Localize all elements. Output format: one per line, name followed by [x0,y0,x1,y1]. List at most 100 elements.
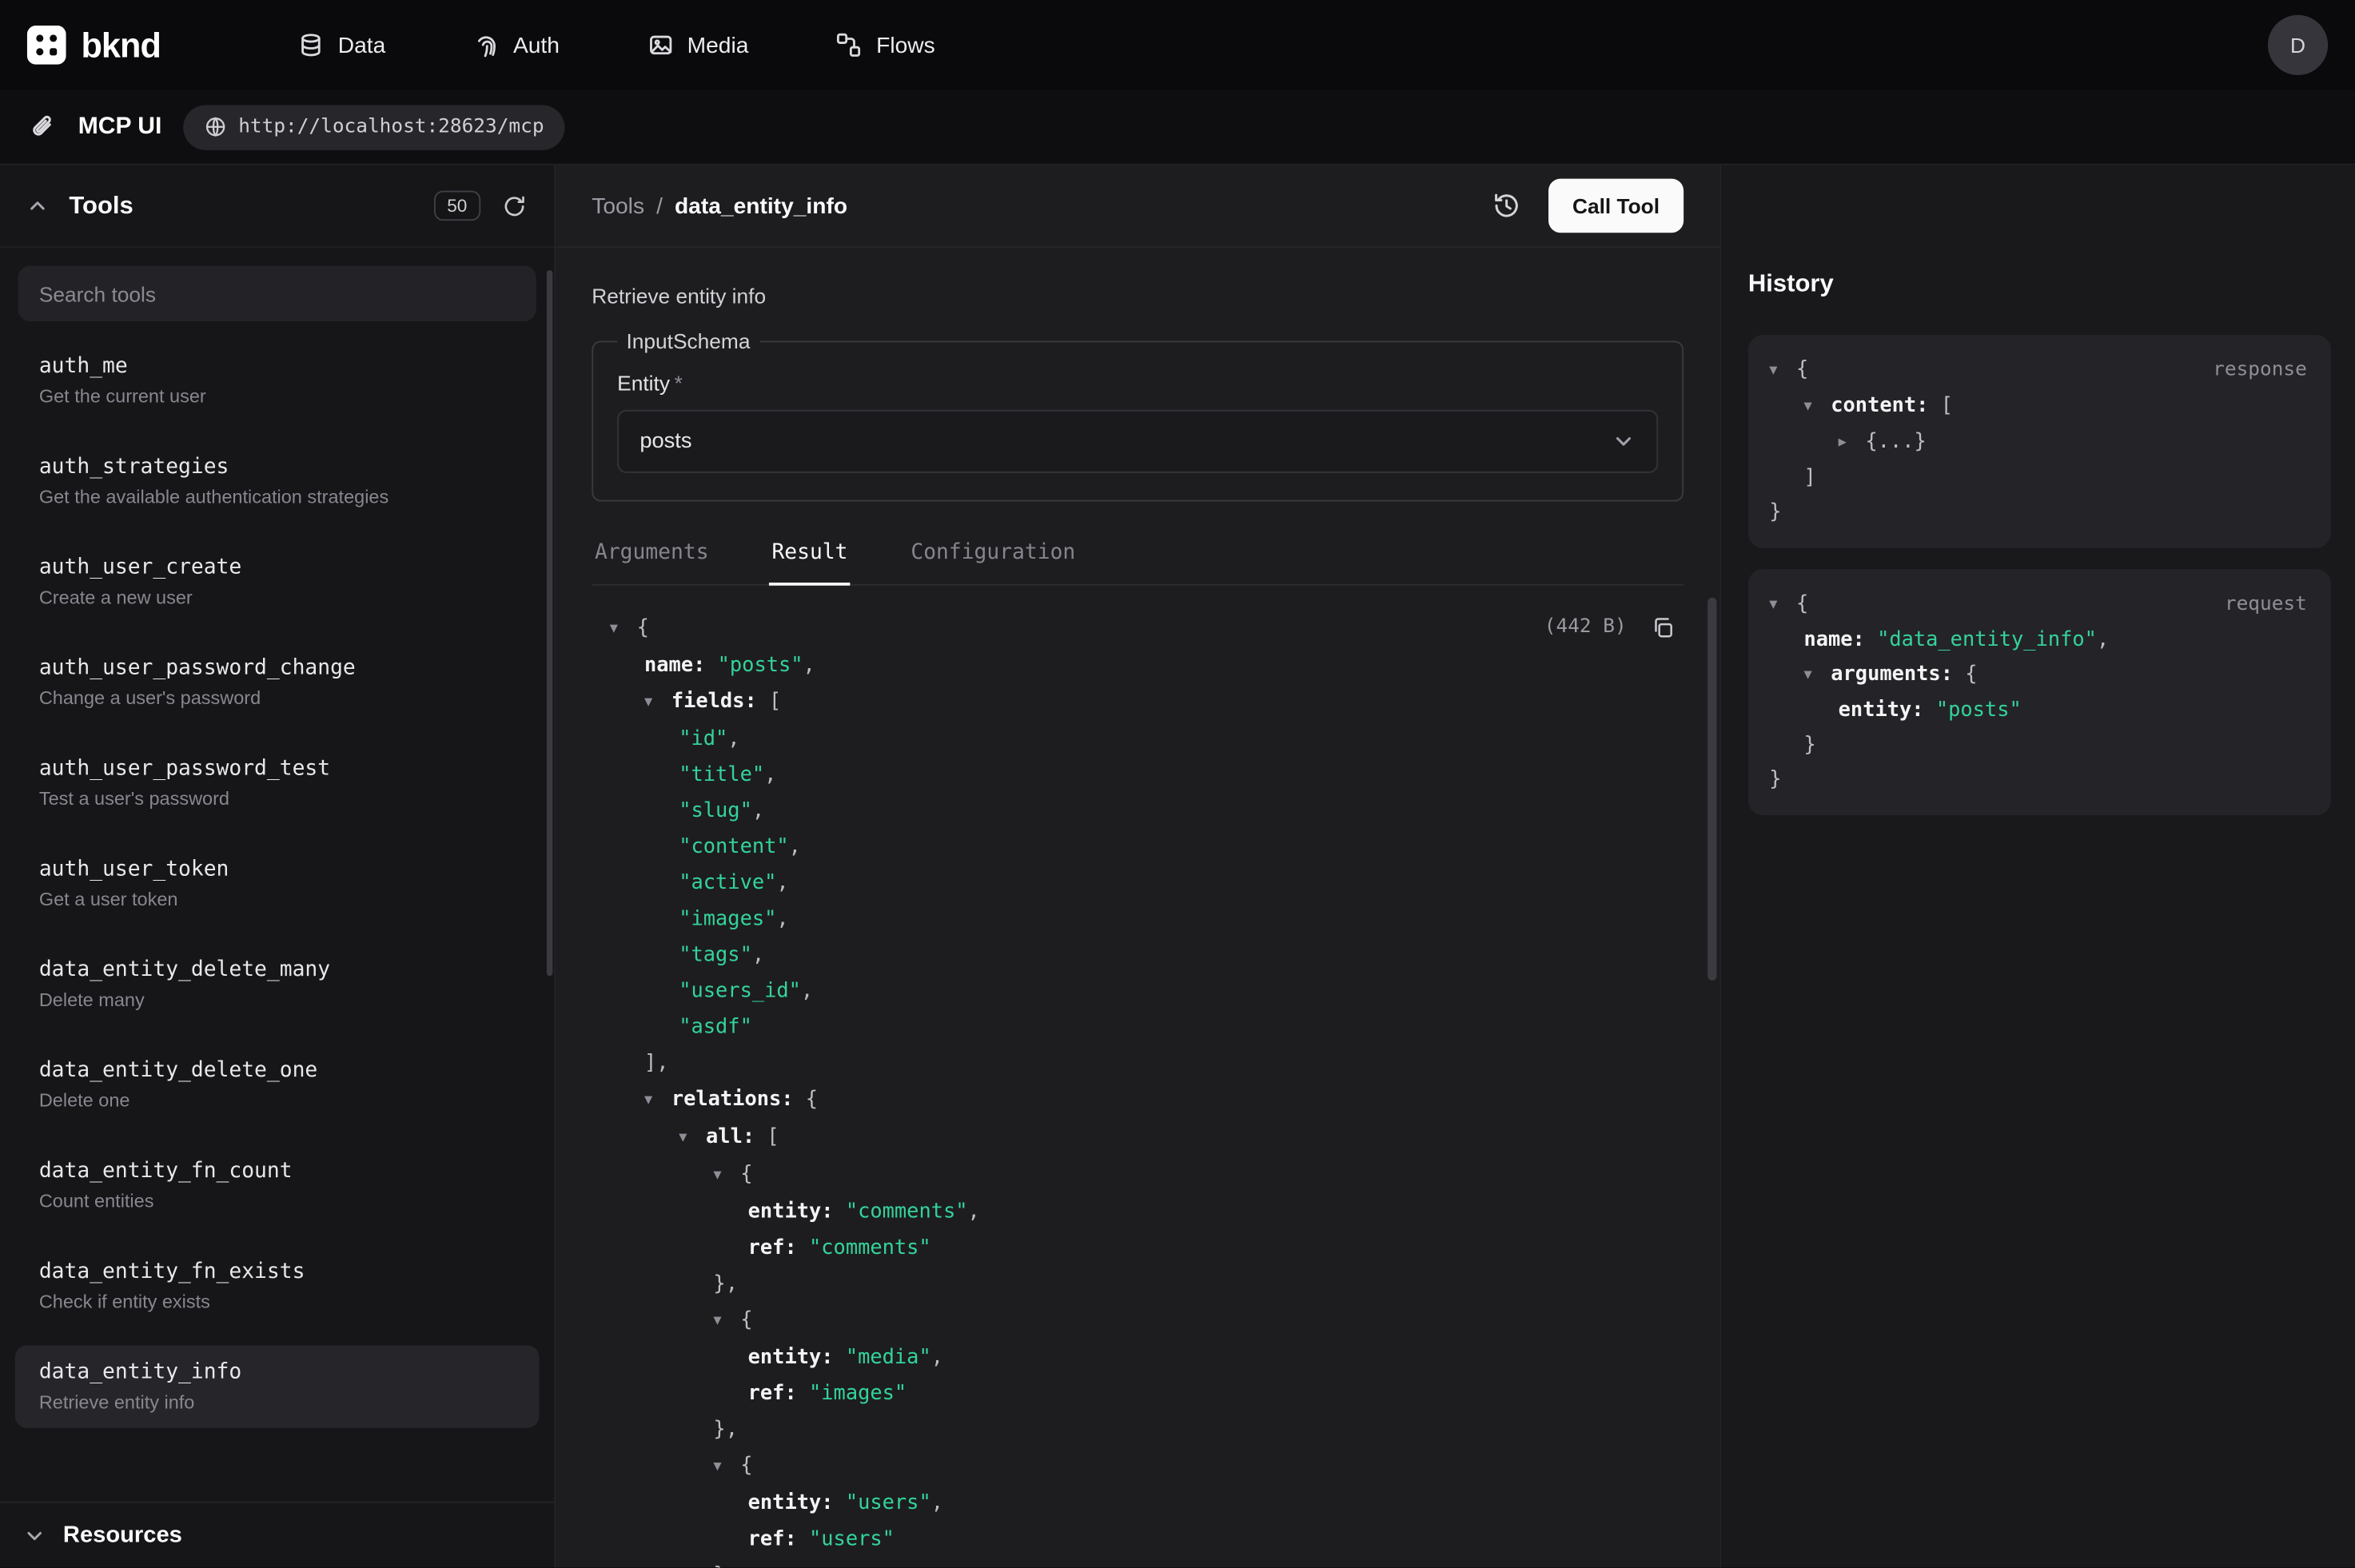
mcp-url-pill[interactable]: http://localhost:28623/mcp [183,105,565,149]
collapse-arrow-icon[interactable]: ▼ [1769,354,1796,388]
globe-icon [204,116,226,138]
json-line: } [1769,762,2309,797]
json-token: "users_id" [679,979,801,1003]
sidebar-tool-data_entity_delete_one[interactable]: data_entity_delete_oneDelete one [15,1044,540,1126]
screen: bknd Data Auth [0,0,2355,1568]
json-line: } [1769,728,2309,762]
nav-item-data[interactable]: Data [297,31,385,58]
sidebar-tool-data_entity_info[interactable]: data_entity_infoRetrieve entity info [15,1345,540,1427]
sidebar-tool-auth_me[interactable]: auth_meGet the current user [15,340,540,422]
resources-section-header[interactable]: Resources [0,1502,554,1568]
sidebar-tool-auth_user_token[interactable]: auth_user_tokenGet a user token [15,842,540,925]
json-line: ▼{ [610,1447,1684,1485]
breadcrumb-root[interactable]: Tools [592,193,644,218]
json-token: "tags" [679,943,752,967]
json-token: { [1796,591,1808,615]
json-token: [ [755,1124,779,1148]
sidebar-tool-data_entity_fn_count[interactable]: data_entity_fn_countCount entities [15,1144,540,1227]
json-line: ▼content: [ [1769,389,2309,425]
json-token: name: [644,653,705,677]
history-card-type: response [2213,353,2307,388]
sidebar-tool-data_entity_fn_exists[interactable]: data_entity_fn_existsCheck if entity exi… [15,1245,540,1327]
json-token: arguments: [1831,663,1953,686]
brand-logo[interactable]: bknd [27,25,253,66]
entity-select[interactable]: posts [617,410,1658,473]
tool-name: auth_user_create [39,555,516,579]
collapse-arrow-icon[interactable]: ▼ [713,1449,740,1485]
json-line: ▼arguments: { [1769,658,2309,694]
json-line: } [1769,495,2309,530]
json-token: { [740,1162,752,1186]
refresh-icon [502,193,528,218]
collapse-arrow-icon[interactable]: ▼ [713,1303,740,1339]
json-token: "content" [679,835,788,859]
nav-label: Flows [876,32,935,58]
json-token: { [740,1454,752,1478]
search-input[interactable] [18,266,536,322]
sidebar-tool-auth_strategies[interactable]: auth_strategiesGet the available authent… [15,440,540,522]
collapse-tools-button[interactable] [24,192,51,219]
tool-name: auth_user_password_change [39,656,516,680]
tool-detail-header: Tools / data_entity_info Call Tool [556,165,1719,248]
result-tabs: Arguments Result Configuration [592,540,1684,585]
json-line: entity: "posts" [1769,694,2309,728]
expand-arrow-icon[interactable]: ▶ [1839,427,1866,461]
collapse-arrow-icon[interactable]: ▼ [1803,659,1831,694]
main-nav: Data Auth Media [297,31,935,58]
json-token: {...} [1865,429,1926,453]
sidebar-scrollbar[interactable] [547,270,553,976]
json-token: "slug" [679,799,752,823]
sidebar-tool-data_entity_delete_many[interactable]: data_entity_delete_manyDelete many [15,943,540,1025]
user-avatar[interactable]: D [2268,15,2328,75]
tab-result[interactable]: Result [769,540,851,585]
json-line: }, [610,1411,1684,1447]
tool-description: Get the available authentication strateg… [39,487,516,507]
refresh-tools-button[interactable] [499,190,530,221]
tab-configuration[interactable]: Configuration [908,540,1078,585]
json-token: relations: [671,1087,794,1111]
collapse-arrow-icon[interactable]: ▼ [1803,390,1831,424]
json-line: ▼{ [610,1302,1684,1339]
collapse-arrow-icon[interactable]: ▼ [644,685,671,721]
tool-name: data_entity_delete_many [39,958,516,982]
collapse-arrow-icon[interactable]: ▼ [610,611,637,647]
json-token: "asdf" [679,1015,752,1039]
chevron-down-icon [24,1525,45,1546]
result-json-viewer: (442 B) ▼{name: "posts",▼fields: ["id","… [592,586,1684,1568]
history-card-type: request [2225,587,2307,622]
collapse-arrow-icon[interactable]: ▼ [644,1083,671,1119]
collapse-arrow-icon[interactable]: ▼ [679,1120,706,1156]
sidebar-tool-auth_user_password_test[interactable]: auth_user_password_testTest a user's pas… [15,742,540,824]
sidebar-tool-auth_user_create[interactable]: auth_user_create Create a new user [15,540,540,623]
workflow-icon [835,31,863,58]
json-token: , [801,979,813,1003]
nav-item-media[interactable]: Media [647,31,748,58]
history-button[interactable] [1488,188,1524,224]
json-line: entity: "users", [610,1485,1684,1521]
json-line: entity: "media", [610,1339,1684,1375]
collapse-arrow-icon[interactable]: ▼ [1769,588,1796,623]
tool-description: Create a new user [39,587,516,608]
json-token: , [931,1491,943,1515]
sidebar-tool-auth_user_password_change[interactable]: auth_user_password_changeChange a user's… [15,641,540,723]
json-token: , [931,1345,943,1369]
history-card-request[interactable]: request▼{name: "data_entity_info",▼argum… [1748,569,2331,815]
history-card-response[interactable]: response▼{▼content: [▶{...}]} [1748,335,2331,548]
tool-name: auth_user_password_test [39,757,516,781]
copy-button[interactable] [1648,613,1678,643]
call-tool-button[interactable]: Call Tool [1548,179,1684,233]
tool-description: Retrieve entity info [39,1392,516,1413]
breadcrumb-current: data_entity_info [675,193,847,218]
nav-item-auth[interactable]: Auth [472,31,560,58]
json-token: name: [1803,627,1864,651]
result-meta: (442 B) [1544,610,1678,646]
tab-arguments[interactable]: Arguments [592,540,711,585]
nav-item-flows[interactable]: Flows [835,31,934,58]
tools-list: auth_meGet the current user auth_strategi… [0,321,554,1502]
main-scrollbar[interactable] [1707,598,1716,981]
breadcrumb-separator: / [656,193,663,218]
tool-description: Get a user token [39,889,516,909]
collapse-arrow-icon[interactable]: ▼ [713,1158,740,1194]
json-line: "id", [610,721,1684,757]
json-token: "images" [679,907,776,931]
